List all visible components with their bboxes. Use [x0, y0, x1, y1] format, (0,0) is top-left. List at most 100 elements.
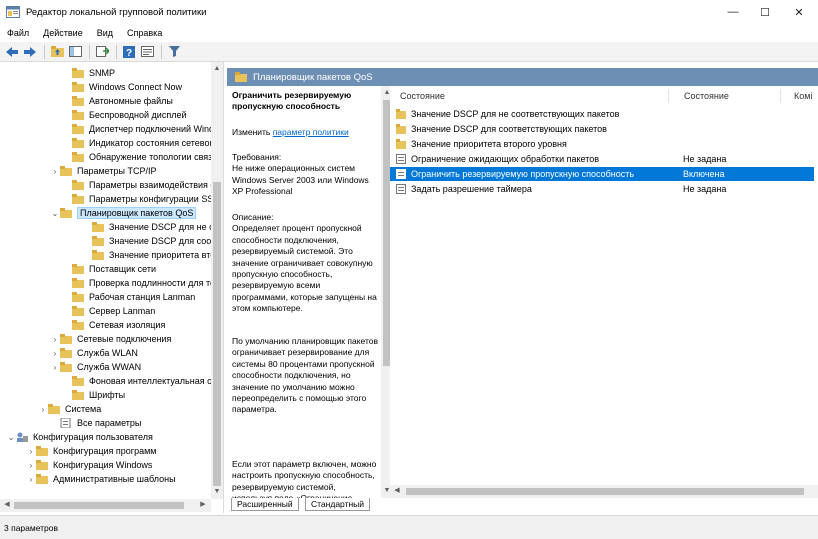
up-level-button[interactable] — [49, 44, 65, 60]
expand-chevron-icon[interactable]: › — [50, 349, 60, 358]
forward-button[interactable] — [22, 44, 38, 60]
tree-item[interactable]: Значение приоритета втор — [0, 248, 214, 262]
requirements-text: Требования: Не ниже операционных систем … — [232, 152, 369, 197]
tree-item[interactable]: Индикатор состояния сетевог — [0, 136, 214, 150]
tree-item-label: Параметры конфигурации SS — [89, 194, 214, 204]
tree-item-label: Беспроводной дисплей — [89, 110, 187, 120]
tree-item[interactable]: › Служба WWAN — [0, 360, 214, 374]
tree-hscroll-thumb[interactable] — [14, 502, 184, 509]
tree-item-label: Планировщик пакетов QoS — [77, 207, 197, 219]
tab-extended[interactable]: Расширенный — [231, 498, 299, 511]
column-header-comment[interactable]: Комі — [794, 86, 818, 106]
tree-item[interactable]: Значение DSCP для соотве — [0, 234, 214, 248]
tree-vertical-scrollbar[interactable]: ▲ ▼ — [211, 62, 223, 499]
tree-horizontal-scrollbar[interactable]: ◀ ▶ — [0, 499, 211, 512]
tree-item[interactable]: Параметры взаимодействия с — [0, 178, 214, 192]
tree-item[interactable]: Параметры конфигурации SS — [0, 192, 214, 206]
tree-item[interactable]: › Сетевые подключения — [0, 332, 214, 346]
tree-item[interactable]: Поставщик сети — [0, 262, 214, 276]
tree-item[interactable]: Обнаружение топологии связ — [0, 150, 214, 164]
console-tree: SNMP Windows Connect Now Автономные файлы Б… — [0, 62, 224, 513]
expand-chevron-icon[interactable]: › — [38, 405, 48, 414]
status-bar: 3 параметров — [0, 515, 818, 539]
column-separator[interactable] — [668, 89, 669, 103]
list-item[interactable]: Задать разрешение таймера Не задана — [390, 182, 814, 196]
tree-item[interactable]: ⌄ Конфигурация пользователя — [0, 430, 214, 444]
tree-item[interactable]: Значение DSCP для не соо — [0, 220, 214, 234]
tree-item[interactable]: Все параметры — [0, 416, 214, 430]
policy-setting-icon — [396, 169, 406, 179]
close-button[interactable]: ✕ — [782, 0, 816, 24]
setting-name: Значение приоритета второго уровня — [411, 139, 567, 149]
column-header-setting[interactable]: Состояние — [400, 86, 660, 106]
list-item[interactable]: Значение приоритета второго уровня — [390, 137, 814, 151]
tree-item[interactable]: Сетевая изоляция — [0, 318, 214, 332]
tree-item[interactable]: Диспетчер подключений Wind — [0, 122, 214, 136]
expand-chevron-icon[interactable]: › — [26, 475, 36, 484]
help-button[interactable]: ? — [121, 44, 137, 60]
list-horizontal-scrollbar[interactable]: ◀ — [390, 485, 818, 498]
tree-scroll-thumb[interactable] — [213, 182, 221, 486]
tree-item-label: Значение DSCP для не соо — [109, 222, 214, 232]
tree-item[interactable]: SNMP — [0, 66, 214, 80]
tree-item[interactable]: › Административные шаблоны — [0, 472, 214, 486]
tree-item[interactable]: Windows Connect Now — [0, 80, 214, 94]
folder-icon — [60, 166, 72, 176]
expand-chevron-icon[interactable]: › — [26, 447, 36, 456]
tree-item[interactable]: Беспроводной дисплей — [0, 108, 214, 122]
expand-chevron-icon[interactable]: › — [50, 363, 60, 372]
tree-item[interactable]: › Параметры TCP/IP — [0, 164, 214, 178]
tree-item[interactable]: Шрифты — [0, 388, 214, 402]
tree-item[interactable]: Фоновая интеллектуальная с — [0, 374, 214, 388]
list-item[interactable]: Значение DSCP для соответствующих пакето… — [390, 122, 814, 136]
tree-item-label: Шрифты — [89, 390, 126, 400]
scroll-left-icon[interactable]: ◀ — [392, 486, 402, 496]
menu-view[interactable]: Вид — [90, 28, 120, 38]
list-item[interactable]: Ограничить резервируемую пропускную спос… — [390, 167, 814, 181]
back-button[interactable] — [4, 44, 20, 60]
expand-chevron-icon[interactable]: › — [50, 335, 60, 344]
tree-item[interactable]: › Конфигурация программ — [0, 444, 214, 458]
tree-item[interactable]: Автономные файлы — [0, 94, 214, 108]
scroll-up-icon[interactable]: ▲ — [212, 64, 222, 74]
menu-action[interactable]: Действие — [36, 28, 90, 38]
folder-icon — [60, 362, 72, 372]
folder-icon — [72, 292, 84, 302]
list-item[interactable]: Ограничение ожидающих обработки пакетов Н… — [390, 152, 814, 166]
collapse-chevron-icon[interactable]: ⌄ — [6, 433, 16, 442]
toolbar-separator — [44, 44, 45, 59]
list-hscroll-thumb[interactable] — [406, 488, 804, 495]
list-item[interactable]: Значение DSCP для не соответствующих пак… — [390, 107, 814, 121]
scroll-down-icon[interactable]: ▼ — [212, 487, 222, 497]
tree-item[interactable]: › Конфигурация Windows — [0, 458, 214, 472]
expand-chevron-icon[interactable]: › — [50, 167, 60, 176]
tree-item[interactable]: › Система — [0, 402, 214, 416]
tab-standard[interactable]: Стандартный — [305, 498, 371, 511]
collapse-chevron-icon[interactable]: ⌄ — [50, 209, 60, 218]
export-list-button[interactable] — [94, 44, 110, 60]
scroll-right-icon[interactable]: ▶ — [198, 500, 208, 510]
show-tree-button[interactable] — [67, 44, 83, 60]
folder-icon — [72, 110, 84, 120]
show-tree-icon — [68, 46, 82, 57]
details-header: Планировщик пакетов QoS — [227, 68, 818, 86]
expand-chevron-icon[interactable]: › — [26, 461, 36, 470]
filter-button[interactable] — [166, 44, 182, 60]
maximize-button[interactable]: ☐ — [748, 0, 782, 24]
tree-item[interactable]: ⌄ Планировщик пакетов QoS — [0, 206, 214, 220]
scroll-left-icon[interactable]: ◀ — [2, 500, 12, 510]
tree-item[interactable]: Сервер Lanman — [0, 304, 214, 318]
folder-icon — [72, 82, 84, 92]
extended-description: Ограничить резервируемую пропускную спос… — [227, 86, 381, 498]
menu-file[interactable]: Файл — [0, 28, 36, 38]
minimize-button[interactable]: — — [716, 0, 750, 24]
view-tabs: Расширенный Стандартный — [227, 498, 818, 513]
column-separator[interactable] — [780, 89, 781, 103]
tree-item[interactable]: Рабочая станция Lanman — [0, 290, 214, 304]
properties-button[interactable] — [139, 44, 155, 60]
menu-help[interactable]: Справка — [120, 28, 169, 38]
tree-item[interactable]: Проверка подлинности для те — [0, 276, 214, 290]
column-header-state[interactable]: Состояние — [684, 86, 764, 106]
edit-policy-link[interactable]: параметр политики — [273, 127, 349, 137]
tree-item[interactable]: › Служба WLAN — [0, 346, 214, 360]
